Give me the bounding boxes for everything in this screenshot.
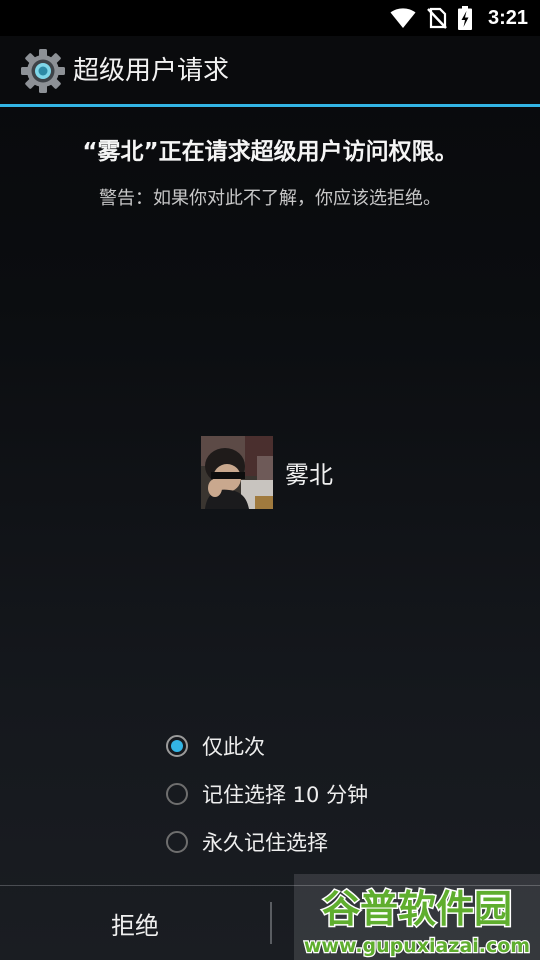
remember-options: 仅此次 记住选择 10 分钟 永久记住选择: [166, 722, 368, 866]
avatar: [201, 436, 273, 509]
action-bar-divider: [0, 104, 540, 107]
radio-button[interactable]: [166, 831, 188, 853]
status-clock: 3:21: [487, 6, 528, 29]
svg-text:谷普软件园: 谷普软件园: [322, 887, 512, 931]
option-once[interactable]: 仅此次: [166, 722, 368, 770]
svg-text:www.gupuxiazai.com: www.gupuxiazai.com: [304, 935, 530, 957]
option-label: 永久记住选择: [202, 831, 328, 855]
requester-info: 雾北: [201, 436, 333, 509]
option-remember-forever[interactable]: 永久记住选择: [166, 818, 368, 866]
app-bar-title: 超级用户请求: [73, 56, 230, 86]
status-bar: 3:21: [0, 0, 540, 36]
battery-charging-icon: [457, 6, 472, 30]
watermark-logo: 谷普软件园 www.gupuxiazai.com: [294, 874, 540, 960]
status-icons: 3:21: [390, 0, 528, 36]
radio-button-checked[interactable]: [166, 735, 188, 757]
warning-text: 警告：如果你对此不了解，你应该选拒绝。: [99, 188, 441, 209]
wifi-icon: [390, 8, 416, 28]
no-sim-icon: [427, 7, 447, 29]
deny-button[interactable]: 拒绝: [0, 886, 270, 960]
superuser-request-screen: 3:21 超级用户请求 “雾北”正在请求超级用户访问权限。 警告：如果你对此不了…: [0, 0, 540, 960]
option-label: 仅此次: [202, 735, 265, 759]
requester-name: 雾北: [285, 461, 333, 489]
request-title: “雾北”正在请求超级用户访问权限。: [82, 139, 458, 165]
gear-icon[interactable]: [20, 48, 66, 94]
option-remember-10-min[interactable]: 记住选择 10 分钟: [166, 770, 368, 818]
option-label: 记住选择 10 分钟: [202, 783, 369, 807]
radio-button[interactable]: [166, 783, 188, 805]
action-bar: 超级用户请求: [0, 36, 540, 106]
